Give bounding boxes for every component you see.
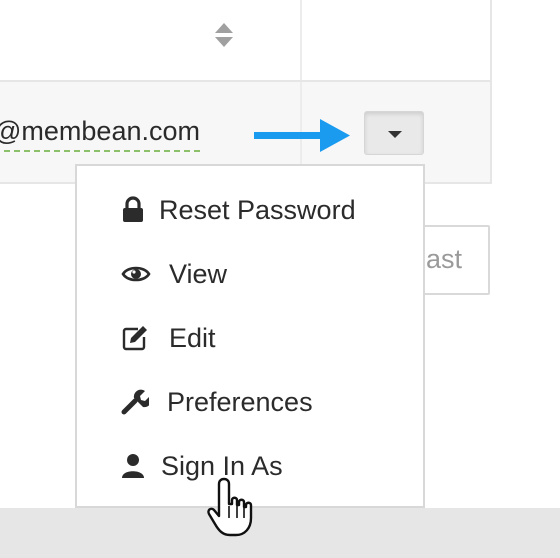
edit-icon	[122, 326, 147, 351]
screenshot-stage: @membean.com ast Reset Password View Edi…	[0, 0, 560, 558]
menu-item-edit[interactable]: Edit	[77, 306, 423, 370]
menu-item-reset-password[interactable]: Reset Password	[77, 178, 423, 242]
menu-item-label: View	[169, 259, 228, 289]
annotation-arrow-icon	[254, 119, 350, 152]
menu-item-label: Preferences	[167, 387, 313, 417]
table-header-row	[0, 0, 492, 82]
menu-item-label: Reset Password	[159, 195, 356, 225]
row-actions-dropdown-button[interactable]	[364, 111, 424, 155]
row-actions-menu: Reset Password View Edit Preferences Sig…	[75, 164, 425, 508]
menu-item-preferences[interactable]: Preferences	[77, 370, 423, 434]
hand-cursor-icon	[207, 477, 253, 537]
menu-item-label: Edit	[169, 323, 216, 353]
column-divider	[300, 0, 302, 80]
lock-icon	[123, 196, 143, 222]
footer-bar	[0, 508, 560, 558]
sort-icon[interactable]	[214, 22, 234, 48]
table-border	[490, 0, 492, 82]
caret-down-icon	[388, 131, 402, 138]
user-icon	[122, 454, 144, 478]
menu-item-view[interactable]: View	[77, 242, 423, 306]
last-button-label: ast	[425, 244, 462, 274]
user-email-link[interactable]: @membean.com	[0, 114, 200, 152]
wrench-icon	[121, 389, 149, 415]
eye-icon	[121, 266, 151, 282]
table-border	[490, 82, 492, 184]
